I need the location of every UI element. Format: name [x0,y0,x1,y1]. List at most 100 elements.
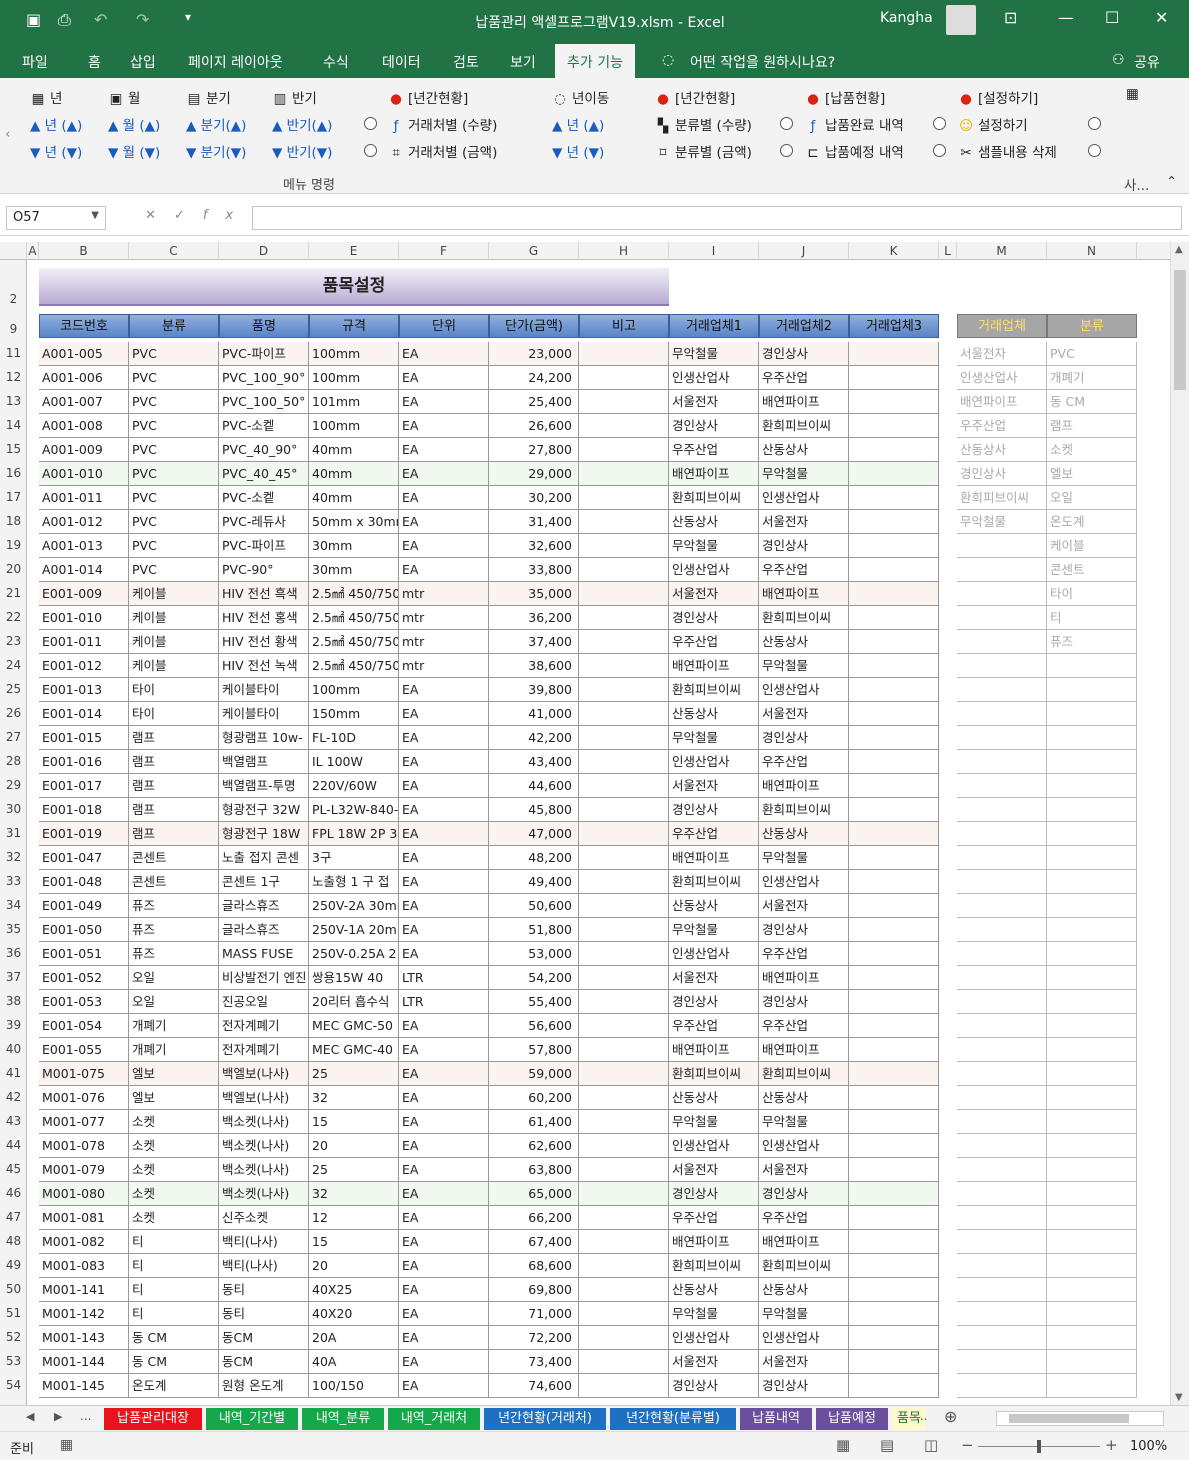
table-cell[interactable]: 31,400 [489,510,579,534]
table-cell[interactable]: 티 [129,1278,219,1302]
table-cell[interactable]: 콘센트 [129,846,219,870]
table-cell[interactable] [849,1278,939,1302]
row-header[interactable]: 14 [0,418,27,432]
side-vendor-cell[interactable] [957,1110,1047,1134]
table-cell[interactable]: EA [399,702,489,726]
row-header[interactable]: 33 [0,874,27,888]
table-cell[interactable]: 53,000 [489,942,579,966]
table-cell[interactable]: A001-013 [39,534,129,558]
table-cell[interactable]: EA [399,1014,489,1038]
side-vendor-cell[interactable] [957,1230,1047,1254]
row-header[interactable]: 52 [0,1330,27,1344]
table-cell[interactable]: 49,400 [489,870,579,894]
table-cell[interactable]: M001-145 [39,1374,129,1398]
row-header[interactable]: 26 [0,706,27,720]
row-header[interactable]: 9 [0,322,27,336]
zoom-level[interactable]: 100% [1130,1439,1167,1454]
table-cell[interactable] [579,510,669,534]
menu-half-up[interactable]: ▲ 반기(▲) [272,114,332,134]
table-cell[interactable]: 100/150 [309,1374,399,1398]
side-category-cell[interactable] [1047,1062,1137,1086]
ribbon-display-icon[interactable]: ⊡ [1004,8,1017,27]
menu-annual-status-2[interactable]: ● [년간현황] [655,87,735,107]
row-header[interactable]: 30 [0,802,27,816]
table-cell[interactable]: 티 [129,1254,219,1278]
table-cell[interactable] [849,678,939,702]
table-cell[interactable]: M001-082 [39,1230,129,1254]
table-cell[interactable]: PVC [129,486,219,510]
table-cell[interactable] [579,1326,669,1350]
table-cell[interactable]: EA [399,750,489,774]
table-cell[interactable] [849,942,939,966]
table-cell[interactable]: EA [399,678,489,702]
table-cell[interactable] [849,630,939,654]
col-header-D[interactable]: D [219,242,309,260]
table-cell[interactable]: 환희피브이씨 [669,1254,759,1278]
table-cell[interactable]: 백엘보(나사) [219,1086,309,1110]
grid-icon[interactable]: ▦ [1126,86,1139,102]
sheet-tab[interactable]: 납품예정 [816,1408,888,1430]
side-vendor-cell[interactable] [957,1278,1047,1302]
table-cell[interactable]: PVC_40_45° [219,462,309,486]
table-cell[interactable]: EA [399,1230,489,1254]
table-cell[interactable] [579,606,669,630]
table-cell[interactable]: 백소켓(나사) [219,1134,309,1158]
table-cell[interactable] [579,534,669,558]
vertical-scrollbar[interactable]: ▲ ▼ [1170,242,1189,1405]
table-cell[interactable]: EA [399,438,489,462]
sheet-tab[interactable]: 년간현황(거래처) [484,1408,606,1430]
table-cell[interactable]: 63,800 [489,1158,579,1182]
menu-month[interactable]: ▣ 월 [108,87,141,107]
table-cell[interactable]: 배연파이프 [669,846,759,870]
table-cell[interactable]: 환희피브이씨 [759,1254,849,1278]
table-cell[interactable]: 무악철물 [759,462,849,486]
table-cell[interactable]: 산동상사 [759,822,849,846]
side-vendor-cell[interactable] [957,1350,1047,1374]
table-cell[interactable] [849,1302,939,1326]
table-cell[interactable]: 경인상사 [759,990,849,1014]
table-cell[interactable]: 소켓 [129,1182,219,1206]
table-cell[interactable]: 73,400 [489,1350,579,1374]
table-cell[interactable]: 산동상사 [759,438,849,462]
side-category-cell[interactable] [1047,1350,1137,1374]
side-vendor-cell[interactable] [957,822,1047,846]
table-cell[interactable]: 2.5㎟ 450/750V [309,582,399,606]
table-cell[interactable]: 100mm [309,678,399,702]
side-vendor-cell[interactable] [957,1302,1047,1326]
table-cell[interactable]: 온도계 [129,1374,219,1398]
table-cell[interactable]: 32 [309,1086,399,1110]
table-cell[interactable]: 3구 [309,846,399,870]
side-vendor-cell[interactable] [957,1158,1047,1182]
page-break-view-icon[interactable]: ◫ [924,1436,938,1454]
table-cell[interactable]: 55,400 [489,990,579,1014]
table-cell[interactable] [579,702,669,726]
table-cell[interactable]: PVC-90° [219,558,309,582]
table-cell[interactable] [579,1062,669,1086]
table-cell[interactable]: 백소켓(나사) [219,1110,309,1134]
table-cell[interactable]: E001-015 [39,726,129,750]
page-layout-view-icon[interactable]: ▤ [880,1436,894,1454]
table-cell[interactable]: EA [399,798,489,822]
menu-by-category-qty[interactable]: ▚ 분류별 (수량) [655,114,752,134]
table-cell[interactable]: EA [399,942,489,966]
row-header[interactable]: 34 [0,898,27,912]
side-category-cell[interactable] [1047,894,1137,918]
table-cell[interactable]: 무악철물 [759,654,849,678]
side-vendor-cell[interactable]: 배연파이프 [957,390,1047,414]
tab-add-ins[interactable]: 추가 기능 [555,44,635,78]
col-header-K[interactable]: K [849,242,939,260]
table-cell[interactable] [579,1134,669,1158]
table-cell[interactable] [579,1110,669,1134]
table-cell[interactable]: 개폐기 [129,1038,219,1062]
table-cell[interactable] [849,726,939,750]
table-cell[interactable]: 인생산업사 [759,486,849,510]
table-cell[interactable]: 39,800 [489,678,579,702]
row-header[interactable]: 44 [0,1138,27,1152]
table-cell[interactable] [579,894,669,918]
table-cell[interactable]: EA [399,894,489,918]
side-category-cell[interactable] [1047,822,1137,846]
table-cell[interactable]: 62,600 [489,1134,579,1158]
table-cell[interactable]: 51,800 [489,918,579,942]
sheet-tab[interactable]: 내역_기간별 [206,1408,298,1430]
table-cell[interactable]: 램프 [129,774,219,798]
